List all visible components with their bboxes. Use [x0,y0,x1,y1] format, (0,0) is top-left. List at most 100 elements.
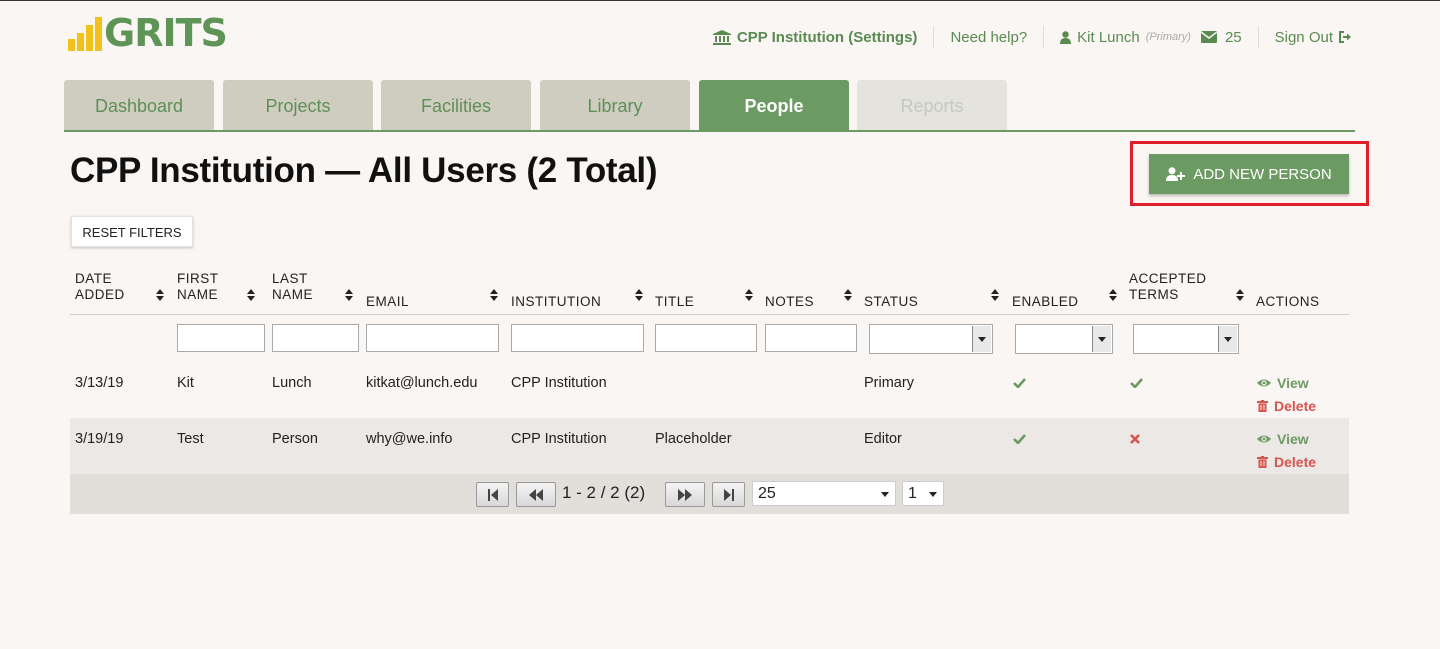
view-label: View [1277,431,1309,447]
filter-accepted-terms-select[interactable] [1133,324,1239,354]
chevron-down-icon[interactable] [1218,326,1237,352]
sort-icon[interactable] [991,289,999,301]
first-page-button[interactable] [476,482,509,507]
user-icon [1060,30,1072,44]
institution-settings-link[interactable]: CPP Institution (Settings) [712,26,934,48]
top-nav: CPP Institution (Settings) Need help? Ki… [712,26,1352,48]
check-icon [1130,378,1143,388]
user-name: Kit Lunch [1077,28,1140,46]
logo-text: GRITS [104,11,228,55]
sort-icon[interactable] [490,289,498,301]
filter-enabled-select[interactable] [1015,324,1113,354]
last-page-button[interactable] [712,482,745,507]
institution-label: CPP Institution (Settings) [736,28,918,46]
cell-last-name: Lunch [272,375,312,391]
column-header-date-added[interactable]: DATE ADDED [75,271,125,303]
filter-first-name-input[interactable] [177,324,265,352]
cell-status: Primary [864,375,914,391]
cell-first-name: Test [177,431,204,447]
cell-institution: CPP Institution [511,375,607,391]
eye-icon [1257,435,1271,443]
sort-icon[interactable] [345,289,353,301]
signout-link[interactable]: Sign Out [1257,26,1352,48]
cell-title: Placeholder [655,431,732,447]
tab-reports: Reports [857,80,1007,130]
column-header-enabled[interactable]: ENABLED [1012,294,1079,310]
column-header-email[interactable]: EMAIL [366,294,409,310]
view-button[interactable]: View [1257,431,1309,447]
cell-first-name: Kit [177,375,194,391]
prev-page-icon [529,488,543,501]
delete-button[interactable]: Delete [1257,454,1316,470]
chevron-down-icon[interactable] [972,326,991,352]
chevron-down-icon [929,492,937,497]
add-new-person-button[interactable]: ADD NEW PERSON [1149,154,1349,194]
view-button[interactable]: View [1257,375,1309,391]
page-info: 1 - 2 / 2 (2) [562,483,646,502]
signout-icon [1339,31,1351,43]
cell-institution: CPP Institution [511,431,607,447]
page-number-value: 1 [908,485,917,502]
help-label: Need help? [950,28,1028,46]
last-page-icon [723,488,734,501]
column-header-accepted-terms[interactable]: ACCEPTED TERMS [1129,271,1207,303]
filter-status-select[interactable] [869,324,993,354]
cell-date-added: 3/19/19 [75,431,124,447]
filter-notes-input[interactable] [765,324,857,352]
user-role: (Primary) [1145,31,1191,43]
help-link[interactable]: Need help? [933,26,1043,48]
next-page-icon [678,488,692,501]
column-header-first-name[interactable]: FIRST NAME [177,271,219,303]
sort-icon[interactable] [635,289,643,301]
tab-projects[interactable]: Projects [223,80,373,130]
filter-last-name-input[interactable] [272,324,359,352]
column-header-status[interactable]: STATUS [864,294,918,310]
logo-bars-icon [68,17,102,51]
main-tabs: Dashboard Projects Facilities Library Pe… [64,80,1355,132]
delete-button[interactable]: Delete [1257,398,1316,414]
tab-library[interactable]: Library [540,80,690,130]
next-page-button[interactable] [665,482,705,507]
tab-people[interactable]: People [699,80,849,130]
cell-date-added: 3/13/19 [75,375,124,391]
message-count[interactable]: 25 [1225,29,1242,46]
cell-last-name: Person [272,431,318,447]
sort-icon[interactable] [156,289,164,301]
view-label: View [1277,375,1309,391]
add-new-person-label: ADD NEW PERSON [1193,165,1332,183]
sort-icon[interactable] [247,289,255,301]
delete-label: Delete [1274,454,1317,470]
filter-institution-input[interactable] [511,324,644,352]
envelope-icon[interactable] [1200,31,1217,43]
column-header-title[interactable]: TITLE [655,294,694,310]
pagination-bar: 1 - 2 / 2 (2) 25 1 [70,474,1349,514]
sort-icon[interactable] [1109,289,1117,301]
reset-filters-button[interactable]: RESET FILTERS [71,216,193,247]
column-header-actions: ACTIONS [1256,294,1320,309]
sort-icon[interactable] [745,289,753,301]
chevron-down-icon[interactable] [1092,326,1111,352]
delete-label: Delete [1274,398,1317,414]
prev-page-button[interactable] [516,482,556,507]
page-size-select[interactable]: 25 [752,481,896,506]
page-title: CPP Institution — All Users (2 Total) [70,151,658,190]
cell-email: why@we.info [366,431,453,447]
user-menu[interactable]: Kit Lunch (Primary) 25 [1043,26,1257,48]
trash-icon [1257,456,1268,468]
cross-icon [1130,434,1140,444]
institution-icon [712,29,731,45]
sort-icon[interactable] [844,289,852,301]
column-header-notes[interactable]: NOTES [765,294,814,310]
filter-email-input[interactable] [366,324,499,352]
tab-facilities[interactable]: Facilities [381,80,531,130]
column-header-last-name[interactable]: LAST NAME [272,271,313,303]
add-user-icon [1166,167,1186,181]
filter-title-input[interactable] [655,324,757,352]
table-row: 3/19/19 Test Person why@we.info CPP Inst… [70,418,1349,474]
eye-icon [1257,379,1271,387]
page-number-select[interactable]: 1 [902,481,944,506]
tab-dashboard[interactable]: Dashboard [64,80,214,130]
grits-logo[interactable]: GRITS [68,11,228,55]
sort-icon[interactable] [1236,289,1244,301]
column-header-institution[interactable]: INSTITUTION [511,294,601,310]
